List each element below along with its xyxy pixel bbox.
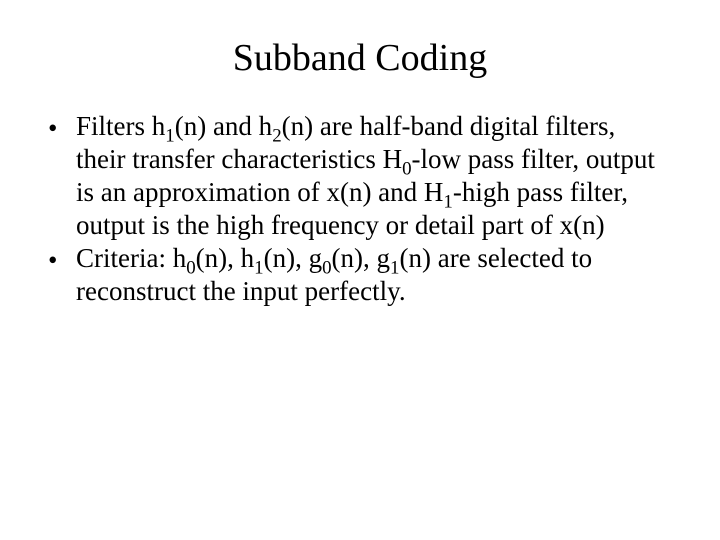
bullet-marker: •	[48, 242, 76, 308]
slide: Subband Coding • Filters h1(n) and h2(n)…	[0, 0, 720, 540]
slide-body: • Filters h1(n) and h2(n) are half-band …	[0, 110, 720, 308]
bullet-marker: •	[48, 110, 76, 242]
slide-title: Subband Coding	[0, 0, 720, 110]
bullet-item: • Filters h1(n) and h2(n) are half-band …	[48, 110, 660, 242]
bullet-text: Criteria: h0(n), h1(n), g0(n), g1(n) are…	[76, 242, 660, 308]
bullet-item: • Criteria: h0(n), h1(n), g0(n), g1(n) a…	[48, 242, 660, 308]
bullet-text: Filters h1(n) and h2(n) are half-band di…	[76, 110, 660, 242]
